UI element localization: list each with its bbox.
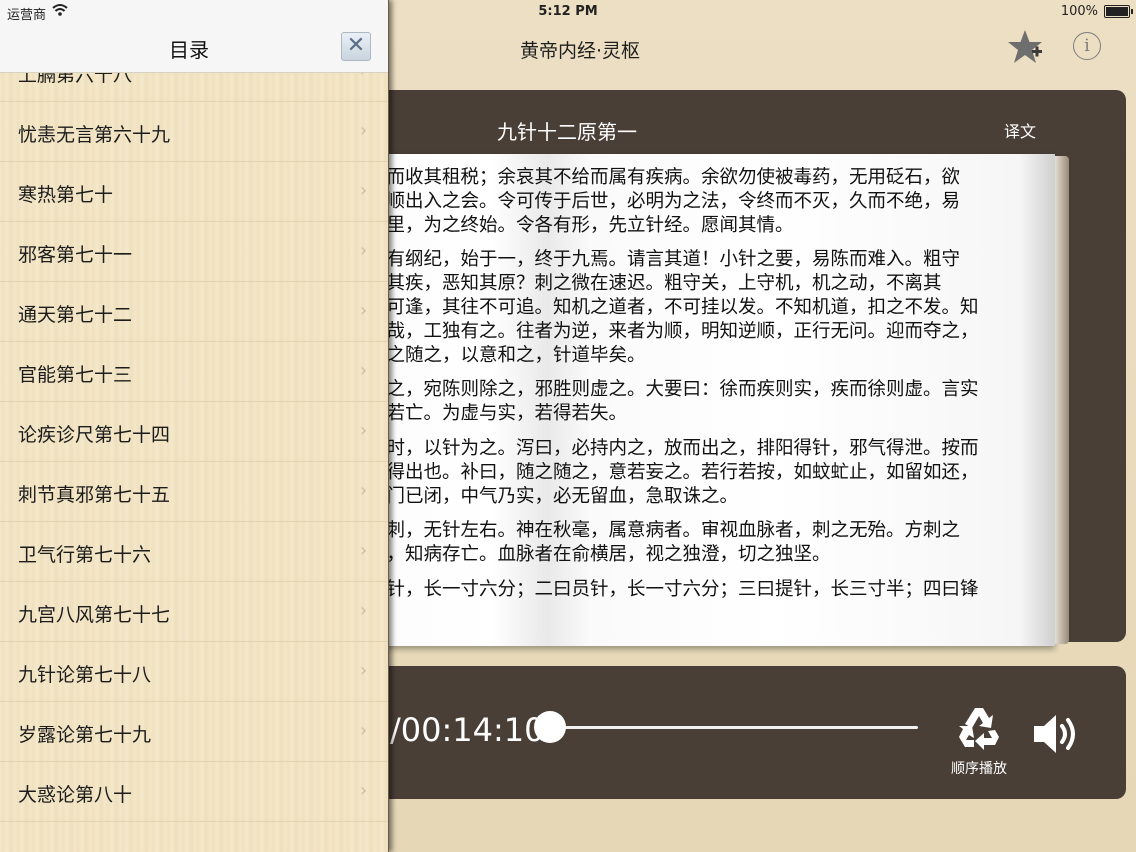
chevron-right-icon: › xyxy=(360,420,368,441)
toc-item-label: 九宫八风第七十七 xyxy=(18,604,171,626)
star-plus-icon xyxy=(1008,30,1042,63)
chevron-right-icon: › xyxy=(360,600,368,621)
chevron-right-icon: › xyxy=(360,540,368,561)
toc-item[interactable]: 九针论第七十八 › xyxy=(0,642,388,702)
battery-icon xyxy=(1104,5,1130,18)
toc-item[interactable]: 寒热第七十 › xyxy=(0,162,388,222)
toc-item-label: 大惑论第八十 xyxy=(18,784,133,806)
volume-button[interactable] xyxy=(1030,710,1086,758)
chevron-right-icon: › xyxy=(360,360,368,381)
chevron-right-icon: › xyxy=(360,480,368,501)
toc-item[interactable]: 通天第七十二 › xyxy=(0,282,388,342)
info-button[interactable]: i xyxy=(1073,32,1101,60)
toc-item-label: 九针论第七十八 xyxy=(18,664,152,686)
chevron-right-icon: › xyxy=(360,120,368,141)
chevron-right-icon: › xyxy=(360,660,368,681)
toc-item-label: 忧恚无言第六十九 xyxy=(18,124,171,146)
chevron-right-icon: › xyxy=(360,180,368,201)
toc-item-label: 论疾诊尺第七十四 xyxy=(18,424,171,446)
toc-item-label: 岁露论第七十九 xyxy=(18,724,152,746)
add-favorite-button[interactable] xyxy=(1006,28,1044,66)
recycle-icon xyxy=(959,708,999,750)
toc-item[interactable]: 卫气行第七十六 › xyxy=(0,522,388,582)
chevron-right-icon: › xyxy=(360,240,368,261)
play-mode-label: 顺序播放 xyxy=(951,761,1007,777)
toc-item-label: 刺节真邪第七十五 xyxy=(18,484,171,506)
status-bar: 运营商 5:12 PM 100% xyxy=(0,0,1136,24)
toc-item-label: 卫气行第七十六 xyxy=(18,544,152,566)
toc-item[interactable]: 邪客第七十一 › xyxy=(0,222,388,282)
book-title: 黄帝内经·灵枢 xyxy=(519,40,641,62)
page-edge xyxy=(1055,156,1069,644)
toc-title: 目录 xyxy=(169,38,209,62)
table-of-contents: 上膈第六十八› 忧恚无言第六十九› 寒热第七十› 邪客第七十一› 通天第七十二›… xyxy=(0,0,389,852)
chevron-right-icon: › xyxy=(360,780,368,801)
toc-item[interactable]: 岁露论第七十九 › xyxy=(0,702,388,762)
toc-item[interactable]: 论疾诊尺第七十四 › xyxy=(0,402,388,462)
toc-item-label: 通天第七十二 xyxy=(18,304,133,326)
battery-tip xyxy=(1131,9,1133,14)
toc-item[interactable]: 大惑论第八十 › xyxy=(0,762,388,822)
speaker-icon xyxy=(1034,715,1075,753)
chevron-right-icon: › xyxy=(360,720,368,741)
progress-slider-thumb[interactable] xyxy=(534,711,566,743)
toc-item-label: 官能第七十三 xyxy=(18,364,133,386)
toc-item[interactable]: 九宫八风第七十七 › xyxy=(0,582,388,642)
clock: 5:12 PM xyxy=(538,4,598,19)
play-mode-button[interactable]: 顺序播放 xyxy=(948,704,1008,784)
paragraph: 之时，以针为之。泻曰，必持内之，放而出之，排阳得针，邪气得泄。按而 不得出也。补… xyxy=(368,437,979,507)
paragraph: 令有纲纪，始于一，终于九焉。请言其道！小针之要，易陈而难入。粗守 赫其疾，恶知其… xyxy=(368,249,979,366)
translation-button[interactable]: 译文 xyxy=(1004,118,1036,142)
chevron-right-icon: › xyxy=(360,300,368,321)
paragraph: 姓而收其租税；余哀其不给而属有疾病。余欲勿使被毒药，无用砭石，欲 逆顺出入之会。… xyxy=(368,167,961,236)
close-icon: ✕ xyxy=(346,33,366,58)
toc-list: 上膈第六十八› 忧恚无言第六十九› 寒热第七十› 邪客第七十一› 通天第七十二›… xyxy=(0,42,388,822)
toc-item-label: 寒热第七十 xyxy=(18,184,114,206)
toc-item[interactable]: 官能第七十三 › xyxy=(0,342,388,402)
chapter-text: 姓而收其租税；余哀其不给而属有疾病。余欲勿使被毒药，无用砭石，欲 逆顺出入之会。… xyxy=(368,166,1048,642)
chapter-title: 九针十二原第一 xyxy=(497,120,637,144)
paragraph: 直刺，无针左右。神在秋毫，属意病者。审视血脉者，刺之无殆。方刺之 去，知病存亡。… xyxy=(368,520,961,566)
playback-time: /00:14:10 xyxy=(390,711,545,749)
toc-item[interactable]: 忧恚无言第六十九 › xyxy=(0,102,388,162)
paragraph: 泄之，宛陈则除之，邪胜则虚之。大要曰：徐而疾则实，疾而徐则虚。言实 乎若亡。为虚… xyxy=(368,379,979,425)
toc-item-label: 邪客第七十一 xyxy=(18,244,133,266)
battery-percent: 100% xyxy=(1060,4,1098,19)
paragraph: 镵针，长一寸六分；二曰员针，长一寸六分；三曰提针，长三寸半；四曰锋 xyxy=(368,578,979,600)
progress-slider[interactable] xyxy=(548,726,918,729)
info-icon: i xyxy=(1084,36,1090,56)
toc-item[interactable]: 刺节真邪第七十五 › xyxy=(0,462,388,522)
close-toc-button[interactable]: ✕ xyxy=(341,32,371,61)
